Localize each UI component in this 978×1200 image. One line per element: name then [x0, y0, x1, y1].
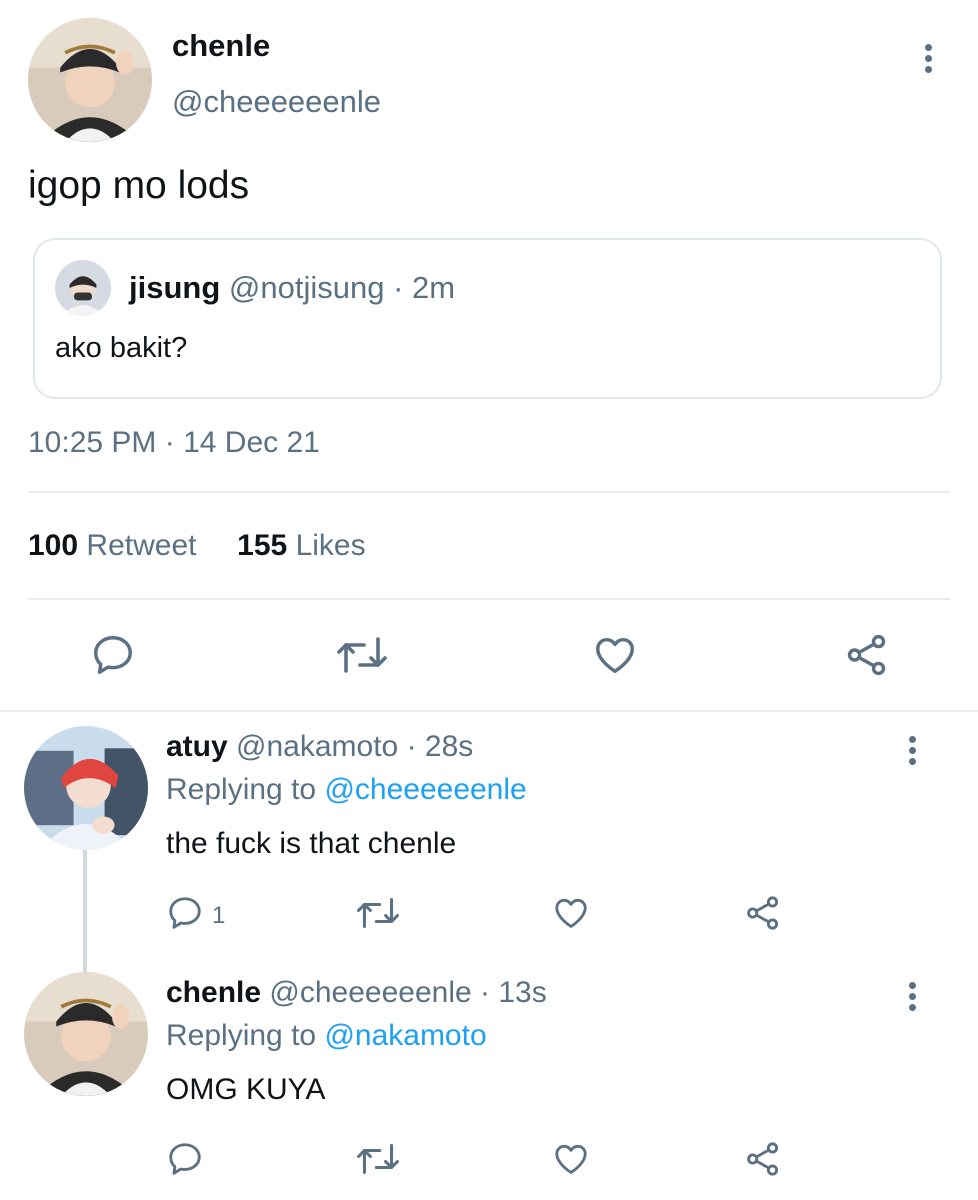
reply-handle[interactable]: @cheeeeeenle — [269, 976, 471, 1009]
tweet-text: igop mo lods — [28, 164, 250, 207]
reply-display-name[interactable]: atuy — [166, 730, 228, 763]
share-icon[interactable] — [744, 1140, 782, 1178]
reply-avatar[interactable] — [24, 726, 148, 850]
retweet-icon[interactable] — [356, 894, 400, 932]
thread-line — [83, 848, 87, 972]
author-avatar[interactable] — [28, 18, 152, 142]
more-vertical-icon[interactable] — [922, 44, 934, 77]
retweet-icon[interactable] — [356, 1140, 400, 1178]
replying-to-link[interactable]: @cheeeeeenle — [324, 773, 526, 806]
section-divider — [0, 710, 978, 712]
divider — [28, 598, 950, 600]
retweet-count-value: 100 — [28, 529, 79, 562]
replying-to-link[interactable]: @nakamoto — [324, 1019, 486, 1052]
quoted-handle: @notjisung — [228, 270, 385, 305]
reply-icon[interactable] — [166, 894, 204, 932]
quoted-tweet-card[interactable]: jisung @notjisung · 2m ako bakit? — [33, 238, 942, 399]
like-count-label: Likes — [295, 529, 366, 562]
reply-count: 1 — [212, 902, 226, 929]
reply-display-name[interactable]: chenle — [166, 976, 261, 1009]
like-icon[interactable] — [552, 894, 590, 932]
retweet-count-label: Retweet — [86, 529, 197, 562]
reply-time: · 28s — [406, 730, 474, 763]
share-icon[interactable] — [744, 894, 782, 932]
divider — [28, 491, 950, 493]
retweet-count[interactable]: 100 Retweet — [28, 529, 196, 562]
reply-avatar[interactable] — [24, 972, 148, 1096]
like-icon[interactable] — [592, 632, 638, 678]
reply-time: · 13s — [480, 976, 547, 1009]
like-icon[interactable] — [552, 1140, 590, 1178]
like-count-value: 155 — [237, 529, 288, 562]
reply-text: the fuck is that chenle — [166, 827, 457, 860]
quoted-display-name: jisung — [129, 270, 221, 305]
reply-text: OMG KUYA — [166, 1073, 326, 1106]
replying-to-label: Replying to — [166, 1019, 317, 1052]
reply-icon[interactable] — [166, 1140, 204, 1178]
quoted-avatar — [55, 260, 111, 316]
quoted-time: 2m — [412, 270, 456, 305]
share-icon[interactable] — [844, 632, 890, 678]
more-vertical-icon[interactable] — [906, 982, 918, 1015]
replying-to-label: Replying to — [166, 773, 317, 806]
author-display-name[interactable]: chenle — [172, 28, 270, 64]
reply-handle[interactable]: @nakamoto — [236, 730, 398, 763]
reply-icon[interactable] — [90, 632, 136, 678]
retweet-icon[interactable] — [336, 632, 388, 678]
tweet-stats: 100 Retweet 155 Likes — [28, 529, 366, 563]
like-count[interactable]: 155 Likes — [237, 529, 365, 562]
quoted-separator: · — [393, 270, 404, 305]
quoted-text: ako bakit? — [55, 332, 188, 364]
more-vertical-icon[interactable] — [906, 736, 918, 769]
author-handle[interactable]: @cheeeeeenle — [172, 84, 381, 120]
tweet-timestamp[interactable]: 10:25 PM · 14 Dec 21 — [28, 426, 320, 460]
